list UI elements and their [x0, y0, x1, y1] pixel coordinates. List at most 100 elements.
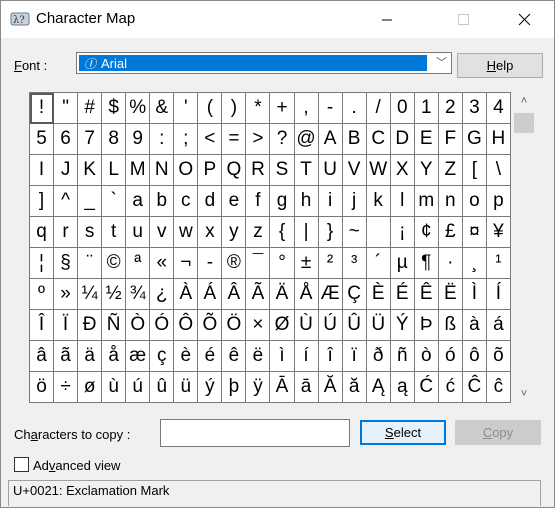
character-cell[interactable]: Õ	[198, 310, 223, 341]
character-cell[interactable]: Q	[222, 155, 247, 186]
character-cell[interactable]: {	[270, 217, 295, 248]
character-cell[interactable]: r	[54, 217, 79, 248]
character-cell[interactable]: Ą	[366, 372, 391, 403]
character-cell[interactable]: ÷	[54, 372, 79, 403]
character-cell[interactable]: .	[342, 93, 367, 124]
character-cell[interactable]: m	[414, 186, 439, 217]
character-cell[interactable]: û	[150, 372, 175, 403]
character-cell[interactable]: ½	[102, 279, 127, 310]
character-cell[interactable]: 0	[390, 93, 415, 124]
character-cell[interactable]: 7	[78, 124, 103, 155]
character-cell[interactable]: 6	[54, 124, 79, 155]
character-cell[interactable]: ¶	[414, 248, 439, 279]
character-cell[interactable]: ?	[270, 124, 295, 155]
select-button[interactable]: Select	[360, 420, 446, 445]
character-cell[interactable]: ¾	[126, 279, 151, 310]
character-cell[interactable]: ´	[366, 248, 391, 279]
character-cell[interactable]: £	[438, 217, 463, 248]
character-cell[interactable]	[366, 217, 391, 248]
character-cell[interactable]: î	[318, 341, 343, 372]
character-cell[interactable]: "	[54, 93, 79, 124]
character-cell[interactable]: G	[462, 124, 487, 155]
character-cell[interactable]: k	[366, 186, 391, 217]
character-cell[interactable]: ®	[222, 248, 247, 279]
character-cell[interactable]: ë	[246, 341, 271, 372]
character-cell[interactable]: ¡	[390, 217, 415, 248]
character-cell[interactable]: Í	[486, 279, 511, 310]
character-cell[interactable]: É	[390, 279, 415, 310]
advanced-view-checkbox[interactable]	[14, 457, 29, 472]
character-cell[interactable]: ª	[126, 248, 151, 279]
character-cell[interactable]: 9	[126, 124, 151, 155]
character-cell[interactable]: ~	[342, 217, 367, 248]
character-cell[interactable]: Ĉ	[462, 372, 487, 403]
character-cell[interactable]: 8	[102, 124, 127, 155]
character-cell[interactable]: á	[486, 310, 511, 341]
character-cell[interactable]: ¦	[30, 248, 55, 279]
character-cell[interactable]: 5	[30, 124, 55, 155]
character-cell[interactable]: æ	[126, 341, 151, 372]
character-cell[interactable]: Á	[198, 279, 223, 310]
character-cell[interactable]: ć	[438, 372, 463, 403]
character-cell[interactable]: `	[102, 186, 127, 217]
character-cell[interactable]: 2	[438, 93, 463, 124]
character-cell[interactable]: ¼	[78, 279, 103, 310]
character-cell[interactable]: ³	[342, 248, 367, 279]
character-cell[interactable]: Ò	[126, 310, 151, 341]
character-cell[interactable]: Â	[222, 279, 247, 310]
character-cell[interactable]: T	[294, 155, 319, 186]
character-cell[interactable]: â	[30, 341, 55, 372]
character-cell[interactable]: V	[342, 155, 367, 186]
character-cell[interactable]: ò	[414, 341, 439, 372]
advanced-view-label[interactable]: Advanced view	[33, 458, 120, 473]
character-cell[interactable]: u	[126, 217, 151, 248]
character-cell[interactable]: À	[174, 279, 199, 310]
character-cell[interactable]: j	[342, 186, 367, 217]
character-cell[interactable]: S	[270, 155, 295, 186]
character-cell[interactable]: N	[150, 155, 175, 186]
character-cell[interactable]: è	[174, 341, 199, 372]
character-cell[interactable]: ą	[390, 372, 415, 403]
character-cell[interactable]: H	[486, 124, 511, 155]
character-cell[interactable]: l	[390, 186, 415, 217]
character-cell[interactable]: Ó	[150, 310, 175, 341]
character-cell[interactable]: ì	[270, 341, 295, 372]
character-cell[interactable]: %	[126, 93, 151, 124]
character-cell[interactable]: Ø	[270, 310, 295, 341]
grid-scrollbar[interactable]: ˄ ˅	[512, 92, 536, 402]
character-cell[interactable]: å	[102, 341, 127, 372]
character-cell[interactable]: Ú	[318, 310, 343, 341]
character-cell[interactable]: õ	[486, 341, 511, 372]
character-cell[interactable]: -	[318, 93, 343, 124]
character-cell[interactable]: I	[30, 155, 55, 186]
character-cell[interactable]: ö	[30, 372, 55, 403]
character-cell[interactable]: !	[30, 93, 55, 124]
character-cell[interactable]: ;	[174, 124, 199, 155]
character-cell[interactable]: Û	[342, 310, 367, 341]
character-cell[interactable]: )	[222, 93, 247, 124]
character-cell[interactable]: f	[246, 186, 271, 217]
character-cell[interactable]: '	[174, 93, 199, 124]
character-cell[interactable]: Ć	[414, 372, 439, 403]
character-cell[interactable]: ·	[438, 248, 463, 279]
character-cell[interactable]: ¹	[486, 248, 511, 279]
character-cell[interactable]: Ă	[318, 372, 343, 403]
character-cell[interactable]: L	[102, 155, 127, 186]
character-cell[interactable]: C	[366, 124, 391, 155]
character-cell[interactable]: c	[174, 186, 199, 217]
character-cell[interactable]: #	[78, 93, 103, 124]
character-cell[interactable]: Ë	[438, 279, 463, 310]
character-cell[interactable]: ä	[78, 341, 103, 372]
character-cell[interactable]: ¿	[150, 279, 175, 310]
character-cell[interactable]: ç	[150, 341, 175, 372]
character-cell[interactable]: Å	[294, 279, 319, 310]
character-cell[interactable]: *	[246, 93, 271, 124]
character-cell[interactable]: =	[222, 124, 247, 155]
character-cell[interactable]: <	[198, 124, 223, 155]
character-cell[interactable]: [	[462, 155, 487, 186]
character-cell[interactable]: z	[246, 217, 271, 248]
character-cell[interactable]: _	[78, 186, 103, 217]
character-cell[interactable]: Ö	[222, 310, 247, 341]
character-cell[interactable]: Î	[30, 310, 55, 341]
character-cell[interactable]: µ	[390, 248, 415, 279]
